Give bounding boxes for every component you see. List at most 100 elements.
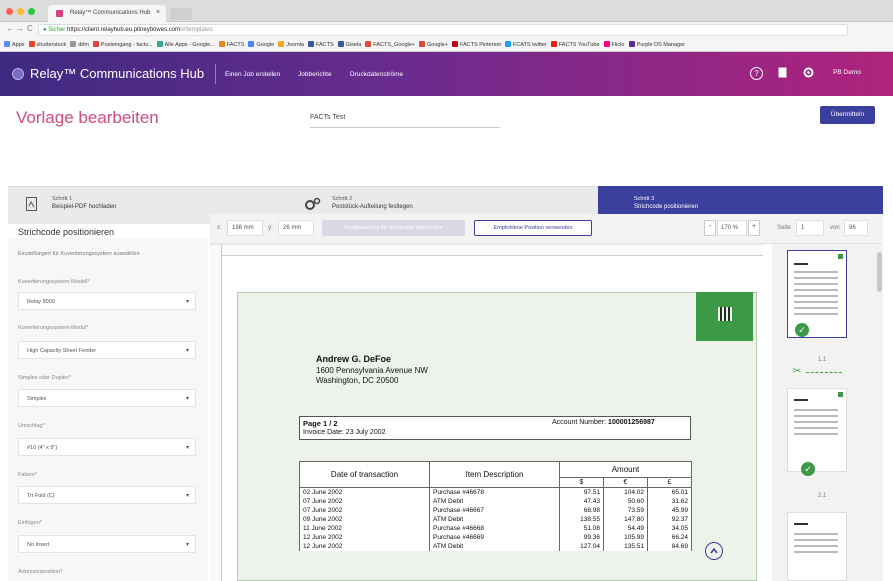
select-insert[interactable]: No Insert ▾ (18, 535, 196, 553)
bookmark-label: Alle Apps - Google... (164, 42, 215, 48)
split-line (806, 372, 842, 373)
bookmark-item[interactable]: Flickr (603, 41, 625, 48)
browser-tab[interactable]: Relay™ Communications Hub × (48, 5, 166, 22)
close-window-icon[interactable] (6, 8, 13, 15)
bookmark-item[interactable]: Joomla (278, 41, 304, 48)
reload-icon[interactable]: C (27, 24, 33, 33)
thumbnail-page-2[interactable] (787, 388, 847, 472)
panel-title: Strichcode positionieren (18, 227, 115, 237)
chevron-down-icon: ▾ (185, 348, 189, 354)
bookmark-icon (365, 41, 372, 47)
bookmark-item[interactable]: FACTS Pinterest (451, 41, 501, 48)
maximize-window-icon[interactable] (28, 8, 35, 15)
settings-panel (8, 238, 208, 581)
bookmark-item[interactable]: Alle Apps - Google... (156, 41, 215, 48)
document-icon[interactable] (776, 67, 789, 80)
template-name-field[interactable]: FACTs Test (310, 110, 500, 128)
tab-title: Relay™ Communications Hub (70, 10, 151, 16)
cell-usd: 97.51 (559, 487, 604, 497)
barcode-icon (718, 307, 732, 321)
panel-subtitle: Einstellungen für Kuvertierungssystem au… (18, 251, 140, 257)
check-position-button[interactable]: Positionierung für Strichcode überprüfen (322, 220, 465, 236)
url-field[interactable]: ● Sicher https://client.relayhub.eu.pitn… (38, 24, 848, 36)
cell-eur: 54.49 (603, 523, 648, 533)
submit-button[interactable]: Übermitteln (820, 106, 875, 124)
bookmark-item[interactable]: Purple DS Manager (628, 41, 685, 48)
bookmark-label: FACTS_Google+ (373, 42, 415, 48)
cell-gbp: 65.01 (647, 487, 692, 497)
select-value: High Capacity Sheet Feeder (27, 348, 97, 354)
select-fold[interactable]: Tri Fold (C) ▾ (18, 486, 196, 504)
nav-job-reports[interactable]: Jobberichte (298, 71, 332, 78)
bookmarks-bar: Apps shutterstock ddm Posteingang - facts..… (0, 38, 893, 52)
bookmark-label: FACTS YouTube (558, 42, 600, 48)
gear-icon[interactable] (802, 67, 815, 80)
select-value: Relay 8000 (27, 299, 55, 305)
zoom-input[interactable]: 170 % (717, 220, 747, 236)
browser-tab-bar: Relay™ Communications Hub × (0, 0, 893, 22)
select-envelope[interactable]: #10 (4" x 9") ▾ (18, 438, 196, 456)
bookmark-item[interactable]: Posteingang - facts... (92, 41, 153, 48)
thumbnail-scrollbar[interactable] (877, 252, 882, 292)
cell-description: Purchase #46668 (429, 523, 560, 533)
scroll-up-icon[interactable] (705, 542, 723, 560)
table-row: 11 June 2002 Purchase #46668 51.08 54.49 34.… (299, 523, 692, 533)
table-row: 02 June 2002 Purchase #46678 97.51 104.02 65… (299, 487, 692, 497)
y-label: y: (268, 225, 273, 231)
bookmark-label: FACTS (226, 42, 245, 48)
bookmark-item[interactable]: FACTS (218, 41, 245, 48)
bookmark-item[interactable]: FACTS YouTube (550, 41, 600, 48)
page-input[interactable]: 1 (796, 220, 824, 236)
cell-usd: 47.43 (559, 496, 604, 506)
new-tab-button[interactable] (170, 8, 192, 20)
minimize-window-icon[interactable] (17, 8, 24, 15)
page-indicator: Page 1 / 2 (303, 419, 338, 428)
x-input[interactable]: 198 mm (227, 220, 263, 236)
bookmark-item[interactable]: ddm (70, 41, 89, 48)
bookmark-item[interactable]: FACTS_Google+ (365, 41, 415, 48)
cell-gbp: 84.69 (647, 541, 692, 551)
account-label: Account Number: (552, 419, 607, 426)
select-module[interactable]: High Capacity Sheet Feeder ▾ (18, 341, 196, 359)
zoom-out-button[interactable]: - (704, 220, 716, 236)
help-icon[interactable]: ? (750, 67, 763, 80)
chevron-down-icon: ▾ (185, 542, 189, 548)
bookmark-item[interactable]: Google (248, 41, 274, 48)
y-input[interactable]: 26 mm (278, 220, 314, 236)
select-value: Simplex (27, 396, 47, 402)
pdf-icon (26, 197, 37, 211)
bookmark-label: Google (256, 42, 275, 48)
cell-usd: 138.55 (559, 514, 604, 524)
invoice-date: Invoice Date: 23 July 2002 (303, 429, 386, 436)
select-simplex[interactable]: Simplex ▾ (18, 389, 196, 407)
relay-logo-icon (12, 68, 24, 80)
table-row: 12 June 2002 Purchase #46669 99.36 105.99 66… (299, 532, 692, 542)
bookmark-item[interactable]: Gisela (337, 41, 361, 48)
step-1-number: Schritt 1 (52, 196, 73, 202)
bookmark-icon (4, 41, 10, 47)
horizontal-ruler (222, 245, 763, 256)
bookmark-item[interactable]: Google+ (419, 41, 448, 48)
bookmark-icon (451, 41, 458, 47)
thumbnail-page-3[interactable] (787, 512, 847, 581)
forward-icon[interactable]: → (16, 24, 24, 33)
scissors-icon[interactable]: ✂ (793, 366, 801, 377)
bookmark-item[interactable]: FCATS twitter (504, 41, 547, 48)
recommended-position-button[interactable]: Empfohlene Position verwenden (474, 220, 592, 236)
tab-close-icon[interactable]: × (156, 9, 160, 16)
barcode-marker-mini (838, 392, 843, 397)
nav-print-streams[interactable]: Druckdatenströme (350, 71, 403, 78)
bookmark-item[interactable]: shutterstock (28, 41, 66, 48)
bookmark-label: Purple DS Manager (636, 42, 685, 48)
bookmark-label: Joomla (286, 42, 304, 48)
zoom-in-button[interactable]: + (748, 220, 760, 236)
user-menu[interactable]: PB Demo (820, 64, 874, 82)
cell-description: ATM Debit (429, 541, 560, 551)
back-icon[interactable]: ← (6, 24, 14, 33)
transactions-table: Date of transaction Item Description Amo… (299, 461, 692, 551)
select-model[interactable]: Relay 8000 ▾ (18, 292, 196, 310)
step-1-label: Beispiel-PDF hochladen (52, 204, 117, 210)
bookmark-item[interactable]: Apps (4, 41, 25, 48)
bookmark-item[interactable]: FACTS (307, 41, 334, 48)
nav-create-job[interactable]: Einen Job erstellen (225, 71, 280, 78)
